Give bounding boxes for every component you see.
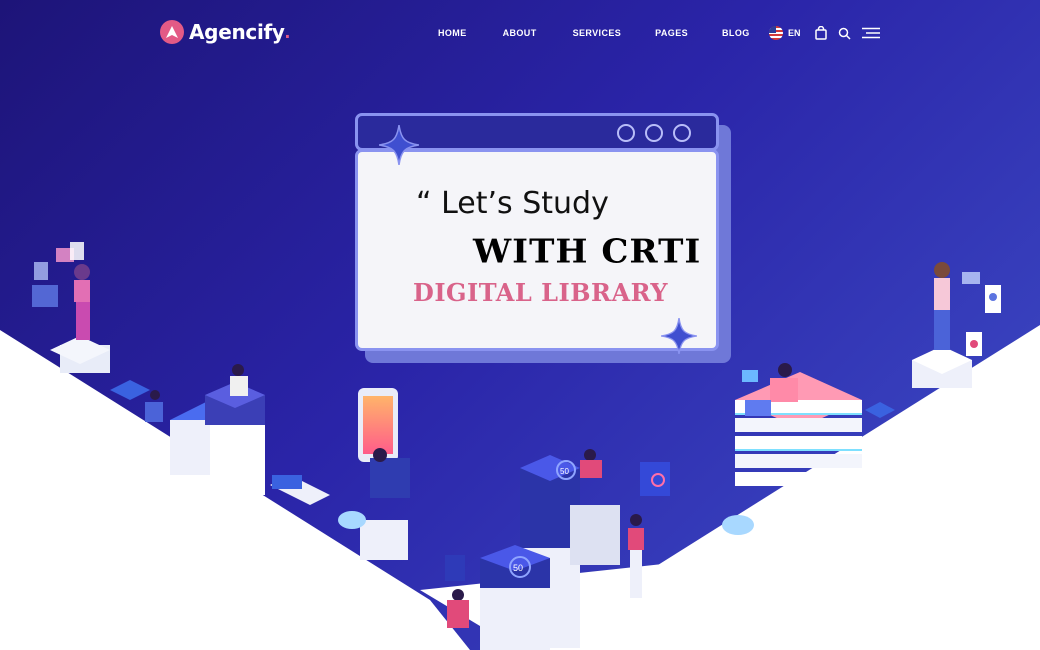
us-flag-icon[interactable] (769, 26, 783, 40)
window-dot-icon (673, 124, 691, 142)
shopping-bag-icon[interactable] (814, 26, 827, 40)
header-tools: EN (769, 26, 891, 40)
nav-pages[interactable]: PAGES (655, 28, 688, 38)
site-header: Agencify . HOME ABOUT SERVICES PAGES BLO… (0, 0, 1040, 66)
woman-vr-figure-left (32, 242, 110, 373)
woman-vr-figure-right (912, 262, 1001, 388)
sparkle-icon (661, 318, 697, 354)
main-nav: HOME ABOUT SERVICES PAGES BLOG (438, 28, 750, 38)
progress-badge-bottom: 50 (513, 563, 523, 573)
hero-study-text: Let’s Study (441, 186, 609, 221)
hero-line-3: DIGITAL LIBRARY (413, 278, 668, 307)
nav-services[interactable]: SERVICES (573, 28, 622, 38)
server-stack-right (735, 363, 895, 486)
hero-line-1: “ Let’s Study (416, 186, 609, 221)
brand-logo[interactable]: Agencify . (160, 20, 290, 44)
sparkle-icon (379, 125, 419, 165)
nav-home[interactable]: HOME (438, 28, 467, 38)
cloud-icons (338, 511, 754, 535)
blocks-left (110, 364, 330, 505)
window-dot-icon (617, 124, 635, 142)
nav-blog[interactable]: BLOG (722, 28, 750, 38)
brand-name: Agencify (189, 20, 285, 44)
logo-mark-icon (160, 20, 184, 44)
window-dot-icon (645, 124, 663, 142)
hero-line-2: WITH CRTI (473, 233, 702, 271)
brand-dot: . (284, 20, 291, 43)
hero-window-card: “ Let’s Study WITH CRTI DIGITAL LIBRARY (355, 113, 731, 363)
progress-badge-top: 50 (560, 467, 569, 476)
search-icon[interactable] (838, 27, 851, 40)
hamburger-menu-icon[interactable] (861, 27, 880, 39)
phone-illustration (358, 388, 410, 560)
nav-about[interactable]: ABOUT (503, 28, 537, 38)
blocks-center: 50 50 (445, 449, 670, 650)
language-selector[interactable]: EN (788, 28, 801, 38)
quote-mark: “ (416, 186, 432, 221)
